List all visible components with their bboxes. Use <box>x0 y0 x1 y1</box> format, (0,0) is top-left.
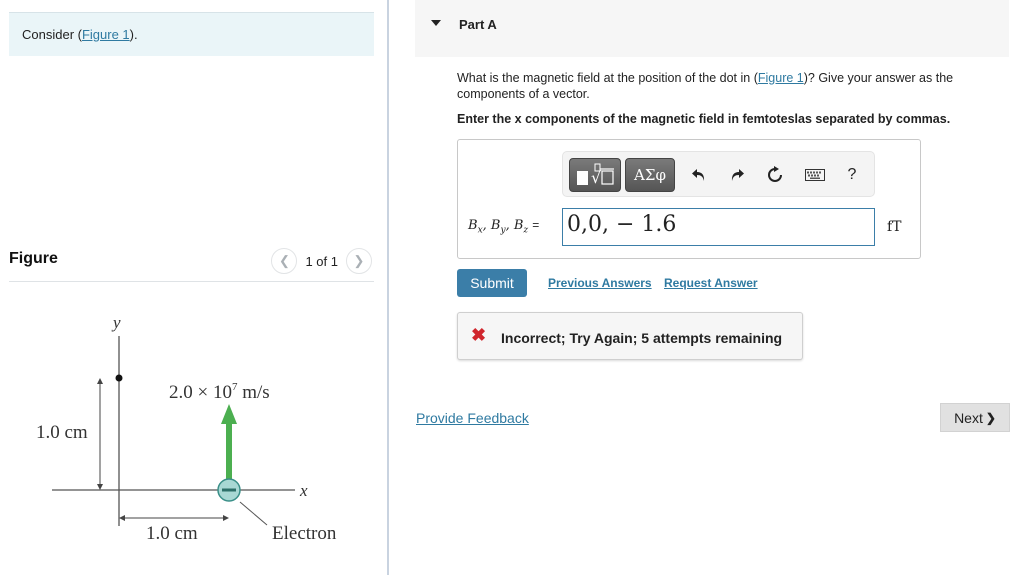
vertical-dimension-arrow-top <box>97 378 103 384</box>
templates-button[interactable]: √ <box>569 158 621 192</box>
redo-button[interactable] <box>725 164 749 186</box>
electron-minus-sign <box>222 488 236 492</box>
request-answer-link[interactable]: Request Answer <box>664 276 758 290</box>
reset-button[interactable] <box>763 164 787 186</box>
reset-icon <box>768 166 782 182</box>
greek-symbols-label: ΑΣφ <box>634 166 666 184</box>
figure-diagram: y x 1.0 cm 1.0 cm 2.0 × 107 m/s Electron <box>36 313 337 544</box>
velocity-label: 2.0 × 107 m/s <box>169 381 270 403</box>
figure-pager: ❮ 1 of 1 ❯ <box>271 248 372 274</box>
symbols-button[interactable]: ΑΣφ <box>625 158 675 192</box>
feedback-text: Incorrect; Try Again; 5 attempts remaini… <box>501 330 783 346</box>
electron-leader-line <box>239 501 268 526</box>
horizontal-dimension-arrow-left <box>119 515 125 521</box>
horizontal-dimension-arrow-right <box>223 515 229 521</box>
unit-label: fT <box>887 219 902 235</box>
help-button[interactable]: ? <box>840 164 864 186</box>
keyboard-button[interactable] <box>803 164 827 186</box>
question-text: What is the magnetic field at the positi… <box>457 70 997 102</box>
question-text-prefix: What is the magnetic field at the positi… <box>457 71 758 85</box>
answer-input[interactable]: 0,0, − 1.6 <box>562 208 875 246</box>
velocity-arrow-head <box>221 404 237 424</box>
vertical-dimension-arrow-bottom <box>97 484 103 490</box>
left-panel: Consider (Figure 1). Figure ❮ 1 of 1 ❯ y… <box>0 0 388 575</box>
figure-header: Figure ❮ 1 of 1 ❯ <box>9 246 374 282</box>
math-toolbar: √ ΑΣφ ? <box>562 151 875 197</box>
intro-text-prefix: Consider ( <box>22 27 82 42</box>
var-sub-z: z <box>523 225 529 236</box>
velocity-arrow-shaft <box>226 422 232 480</box>
incorrect-x-icon: ✖ <box>471 325 487 345</box>
help-icon: ? <box>847 166 857 183</box>
feedback-message: ✖ Incorrect; Try Again; 5 attempts remai… <box>457 312 803 360</box>
chevron-right-icon: ❯ <box>353 253 365 268</box>
part-a-header[interactable]: Part A <box>415 0 1009 57</box>
redo-icon <box>731 169 744 181</box>
figure-page-count: 1 of 1 <box>305 253 338 269</box>
templates-icon: √ <box>577 163 614 187</box>
horizontal-distance-label: 1.0 cm <box>146 523 198 544</box>
figure-title: Figure <box>9 250 58 267</box>
var-sub-y: y <box>500 225 506 236</box>
electron-label: Electron <box>272 523 337 544</box>
figure-link[interactable]: Figure 1 <box>82 27 130 42</box>
submit-button[interactable]: Submit <box>457 269 527 297</box>
provide-feedback-link[interactable]: Provide Feedback <box>416 410 529 426</box>
previous-figure-button[interactable]: ❮ <box>271 248 298 274</box>
undo-button[interactable] <box>687 164 711 186</box>
variable-label: Bx, By, Bz = <box>468 218 540 236</box>
answer-box: √ ΑΣφ ? Bx, By, Bz = 0,0, − 1.6 fT <box>457 139 921 259</box>
keyboard-icon <box>805 169 825 181</box>
problem-intro: Consider (Figure 1). <box>9 12 374 56</box>
var-b-z: B <box>513 218 524 233</box>
collapse-caret-icon[interactable] <box>431 20 441 26</box>
var-b-x: B <box>468 218 478 233</box>
next-label: Next <box>954 409 983 426</box>
intro-text-suffix: ). <box>129 27 138 42</box>
instruction-text: Enter the x components of the magnetic f… <box>457 112 951 126</box>
previous-answers-link[interactable]: Previous Answers <box>548 276 652 290</box>
field-point-dot <box>115 374 123 382</box>
right-panel: Part A What is the magnetic field at the… <box>389 0 1024 575</box>
chevron-right-icon: ❯ <box>985 410 996 425</box>
part-title: Part A <box>459 17 497 32</box>
y-axis-label: y <box>111 313 121 332</box>
next-button[interactable]: Next ❯ <box>940 403 1010 432</box>
vertical-distance-label: 1.0 cm <box>36 422 88 443</box>
next-figure-button[interactable]: ❯ <box>346 248 372 274</box>
question-figure-link[interactable]: Figure 1 <box>758 71 804 85</box>
equals-sign: = <box>532 218 540 232</box>
x-axis-label: x <box>299 481 308 500</box>
undo-icon <box>692 169 705 181</box>
chevron-left-icon: ❮ <box>279 253 290 268</box>
var-sub-x: x <box>477 225 483 236</box>
